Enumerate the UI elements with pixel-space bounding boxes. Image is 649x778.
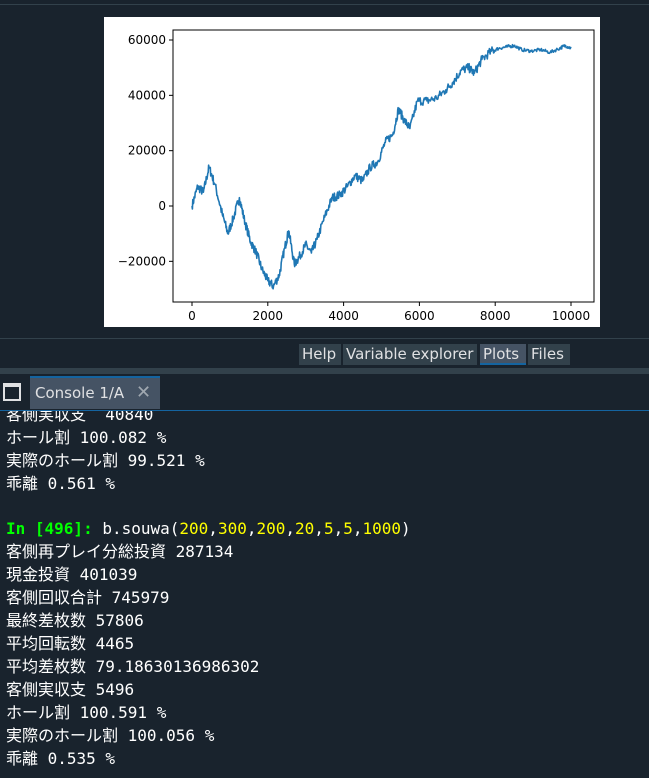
tab-console[interactable]: Console 1/A ✕ xyxy=(30,376,160,409)
console-tab-label: Console 1/A xyxy=(35,384,125,402)
command-argument: 1000 xyxy=(362,519,402,538)
command-argument: 300 xyxy=(217,519,247,538)
command-argument: 200 xyxy=(256,519,286,538)
y-tick-label: 60000 xyxy=(128,33,166,47)
y-tick-label: 0 xyxy=(158,199,166,213)
command-text: b.souwa( xyxy=(102,519,180,538)
command-separator: , xyxy=(333,519,344,538)
console-output-line: 実際のホール割 100.056 % xyxy=(6,726,215,745)
command-text: ) xyxy=(401,519,411,538)
y-tick-label: −20000 xyxy=(118,254,166,268)
line-chart: 0 2000 4000 6000 8000 10000 60000 40000 20000 0 −2… xyxy=(118,29,595,323)
console-prompt: In [496]: xyxy=(6,519,103,538)
console-output-line: 客側実収支 40840 xyxy=(6,410,154,424)
tab-help[interactable]: Help xyxy=(299,344,341,365)
console-output[interactable]: 客側実収支 40840 ホール割 100.082 % 実際のホール割 99.521 … xyxy=(0,410,649,778)
x-tick-label: 2000 xyxy=(253,309,284,323)
command-argument: 5 xyxy=(323,519,334,538)
command-separator: , xyxy=(285,519,296,538)
axes-frame xyxy=(172,29,595,303)
console-output-line: 現金投資 401039 xyxy=(6,565,138,584)
command-argument: 20 xyxy=(295,519,315,538)
tab-plots[interactable]: Plots xyxy=(480,344,526,365)
x-tick-label: 0 xyxy=(188,309,196,323)
x-tick-label: 8000 xyxy=(480,309,511,323)
console-output-line: 実際のホール割 99.521 % xyxy=(6,451,205,470)
tab-files[interactable]: Files xyxy=(528,344,570,365)
x-tick-label: 10000 xyxy=(552,309,590,323)
console-output-line: 平均回転数 4465 xyxy=(6,634,135,653)
close-icon[interactable]: ✕ xyxy=(136,382,151,403)
console-output-line: 客側実収支 5496 xyxy=(6,680,135,699)
console-input-line: In [496]: b.souwa(200,300,200,20,5,5,100… xyxy=(6,517,411,540)
command-argument: 200 xyxy=(179,519,209,538)
command-separator: , xyxy=(352,519,363,538)
x-tick-label: 6000 xyxy=(404,309,435,323)
y-tick-label: 40000 xyxy=(128,88,166,102)
console-output-line: 乖離 0.561 % xyxy=(6,474,116,493)
console-output-line: 平均差枚数 79.18630136986302 xyxy=(6,657,260,676)
console-output-line: 最終差枚数 57806 xyxy=(6,611,144,630)
console-output-line: ホール割 100.082 % xyxy=(6,428,167,447)
plots-pane: 0 2000 4000 6000 8000 10000 60000 40000 20000 0 −2… xyxy=(0,5,649,340)
command-argument: 5 xyxy=(343,519,353,538)
x-tick-label: 4000 xyxy=(328,309,359,323)
plot-figure[interactable]: 0 2000 4000 6000 8000 10000 60000 40000 20000 0 −2… xyxy=(104,17,600,327)
command-separator: , xyxy=(314,519,324,538)
console-output-line: ホール割 100.591 % xyxy=(6,703,167,722)
y-tick-label: 20000 xyxy=(128,144,166,158)
data-series-line xyxy=(191,43,572,290)
pane-tab-bar: Help Variable explorer Plots Files xyxy=(0,338,649,369)
window-icon[interactable] xyxy=(3,383,21,401)
console-output-line: 客側回収合計 745979 xyxy=(6,588,170,607)
command-separator: , xyxy=(208,519,218,538)
console-output-line: 客側再プレイ分総投資 287134 xyxy=(6,542,234,561)
tab-variable-explorer[interactable]: Variable explorer xyxy=(343,344,477,365)
console-output-line: 乖離 0.535 % xyxy=(6,749,116,768)
